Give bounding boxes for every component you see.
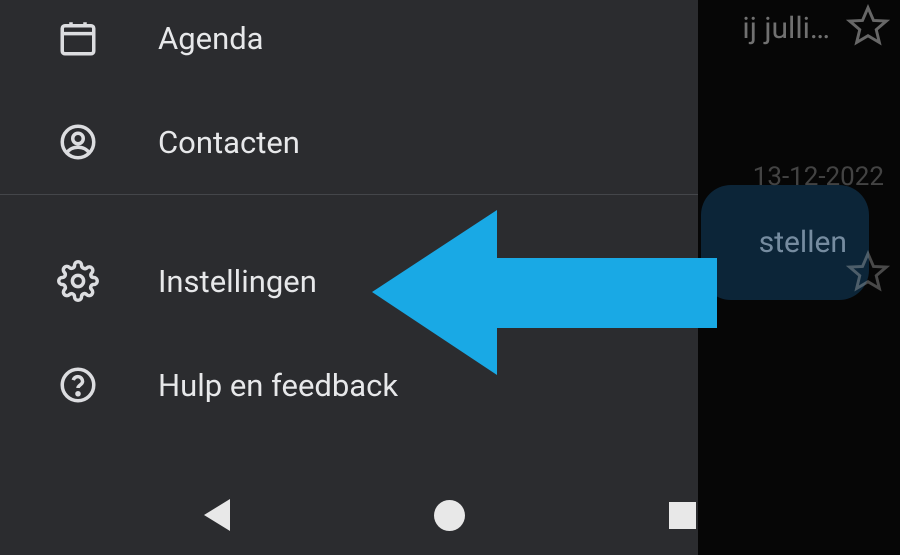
drawer-item-label: Hulp en feedback [158,367,398,404]
android-navbar [0,475,900,555]
calendar-icon [54,14,102,62]
drawer-item-label: Agenda [158,20,264,57]
drawer-item-settings[interactable]: Instellingen [0,229,698,333]
nav-recent-button[interactable] [669,502,696,529]
star-icon[interactable] [846,4,890,52]
nav-home-button[interactable] [434,500,465,531]
account-circle-icon [54,118,102,166]
mail-content-dimmed: ij julli… 13-12-2022 stellen [698,0,900,555]
mail-row: ij julli… [698,4,890,52]
drawer-item-agenda[interactable]: Agenda [0,0,698,90]
mail-snippet: ij julli… [742,11,830,46]
help-icon [54,361,102,409]
drawer-item-contacts[interactable]: Contacten [0,90,698,194]
gear-icon [54,257,102,305]
nav-back-button[interactable] [204,499,230,531]
drawer-item-label: Instellingen [158,263,317,300]
divider [0,194,698,195]
drawer-item-help[interactable]: Hulp en feedback [0,333,698,437]
star-icon[interactable] [846,250,890,298]
drawer-item-label: Contacten [158,124,300,161]
navigation-drawer: Agenda Contacten Instellingen [0,0,698,555]
compose-label: stellen [759,225,847,260]
compose-button[interactable]: stellen [701,185,869,300]
